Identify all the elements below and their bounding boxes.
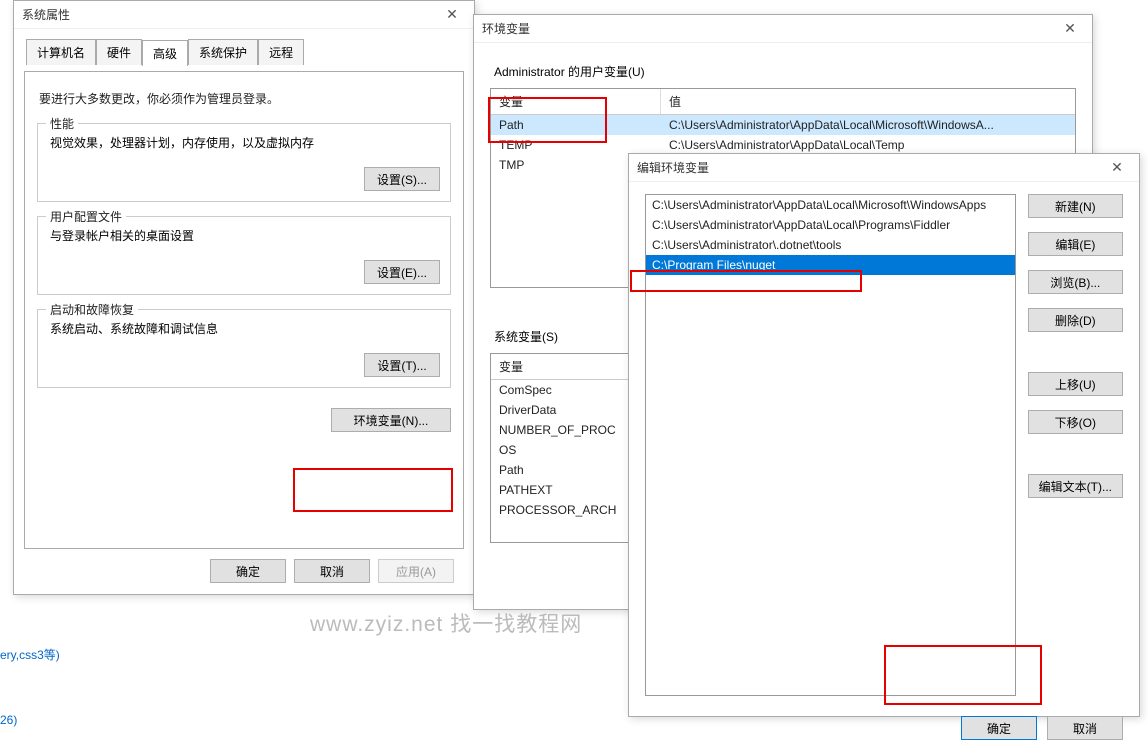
list-item[interactable]: C:\Users\Administrator\AppData\Local\Mic… bbox=[646, 195, 1015, 215]
user-profile-group: 用户配置文件 与登录帐户相关的桌面设置 设置(E)... bbox=[37, 216, 451, 295]
list-item[interactable]: C:\Users\Administrator\.dotnet\tools bbox=[646, 235, 1015, 255]
cancel-button[interactable]: 取消 bbox=[294, 559, 370, 583]
ok-button[interactable]: 确定 bbox=[961, 716, 1037, 740]
dialog-title: 系统属性 bbox=[22, 6, 70, 23]
tab-panel: 要进行大多数更改，你必须作为管理员登录。 性能 视觉效果，处理器计划，内存使用，… bbox=[24, 71, 464, 549]
move-down-button[interactable]: 下移(O) bbox=[1028, 410, 1123, 434]
titlebar: 系统属性 ✕ bbox=[14, 1, 474, 29]
group-title: 用户配置文件 bbox=[46, 208, 126, 225]
tab-remote[interactable]: 远程 bbox=[258, 39, 304, 65]
dialog-title: 环境变量 bbox=[482, 20, 530, 37]
path-list[interactable]: C:\Users\Administrator\AppData\Local\Mic… bbox=[645, 194, 1016, 696]
browse-button[interactable]: 浏览(B)... bbox=[1028, 270, 1123, 294]
tab-hardware[interactable]: 硬件 bbox=[96, 39, 142, 65]
edit-environment-variable-dialog: 编辑环境变量 ✕ C:\Users\Administrator\AppData\… bbox=[628, 153, 1140, 717]
close-icon[interactable]: ✕ bbox=[438, 3, 466, 27]
tab-computer-name[interactable]: 计算机名 bbox=[26, 39, 96, 65]
tabstrip: 计算机名 硬件 高级 系统保护 远程 bbox=[24, 39, 464, 65]
watermark-text: www.zyiz.net 找一找教程网 bbox=[310, 608, 582, 638]
close-icon[interactable]: ✕ bbox=[1056, 17, 1084, 41]
system-properties-dialog: 系统属性 ✕ 计算机名 硬件 高级 系统保护 远程 要进行大多数更改，你必须作为… bbox=[13, 0, 475, 595]
ok-button[interactable]: 确定 bbox=[210, 559, 286, 583]
table-row[interactable]: Path C:\Users\Administrator\AppData\Loca… bbox=[491, 115, 1075, 135]
list-item[interactable]: C:\Users\Administrator\AppData\Local\Pro… bbox=[646, 215, 1015, 235]
close-icon[interactable]: ✕ bbox=[1103, 156, 1131, 180]
cancel-button[interactable]: 取消 bbox=[1047, 716, 1123, 740]
group-title: 启动和故障恢复 bbox=[46, 301, 138, 318]
titlebar: 环境变量 ✕ bbox=[474, 15, 1092, 43]
user-vars-label: Administrator 的用户变量(U) bbox=[494, 63, 1076, 80]
startup-recovery-group: 启动和故障恢复 系统启动、系统故障和调试信息 设置(T)... bbox=[37, 309, 451, 388]
col-variable: 变量 bbox=[491, 89, 661, 114]
delete-button[interactable]: 删除(D) bbox=[1028, 308, 1123, 332]
environment-variables-button[interactable]: 环境变量(N)... bbox=[331, 408, 451, 432]
move-up-button[interactable]: 上移(U) bbox=[1028, 372, 1123, 396]
group-title: 性能 bbox=[46, 115, 78, 132]
performance-group: 性能 视觉效果，处理器计划，内存使用，以及虚拟内存 设置(S)... bbox=[37, 123, 451, 202]
apply-button: 应用(A) bbox=[378, 559, 454, 583]
settings-profile-button[interactable]: 设置(E)... bbox=[364, 260, 440, 284]
tab-advanced[interactable]: 高级 bbox=[142, 40, 188, 66]
col-value: 值 bbox=[661, 89, 1075, 114]
group-desc: 视觉效果，处理器计划，内存使用，以及虚拟内存 bbox=[50, 134, 440, 151]
tab-system-protection[interactable]: 系统保护 bbox=[188, 39, 258, 65]
page-link-fragment-1[interactable]: ery,css3等) bbox=[0, 646, 60, 663]
dialog-title: 编辑环境变量 bbox=[637, 159, 709, 176]
list-item[interactable]: C:\Program Files\nuget bbox=[646, 255, 1015, 275]
titlebar: 编辑环境变量 ✕ bbox=[629, 154, 1139, 182]
admin-hint: 要进行大多数更改，你必须作为管理员登录。 bbox=[39, 90, 449, 107]
group-desc: 与登录帐户相关的桌面设置 bbox=[50, 227, 440, 244]
new-button[interactable]: 新建(N) bbox=[1028, 194, 1123, 218]
edit-text-button[interactable]: 编辑文本(T)... bbox=[1028, 474, 1123, 498]
settings-startup-button[interactable]: 设置(T)... bbox=[364, 353, 440, 377]
side-buttons: 新建(N) 编辑(E) 浏览(B)... 删除(D) 上移(U) 下移(O) 编… bbox=[1028, 194, 1123, 696]
table-header: 变量 值 bbox=[491, 89, 1075, 115]
settings-performance-button[interactable]: 设置(S)... bbox=[364, 167, 440, 191]
edit-button[interactable]: 编辑(E) bbox=[1028, 232, 1123, 256]
group-desc: 系统启动、系统故障和调试信息 bbox=[50, 320, 440, 337]
table-row[interactable]: TEMP C:\Users\Administrator\AppData\Loca… bbox=[491, 135, 1075, 155]
page-link-fragment-2[interactable]: 26) bbox=[0, 713, 17, 727]
